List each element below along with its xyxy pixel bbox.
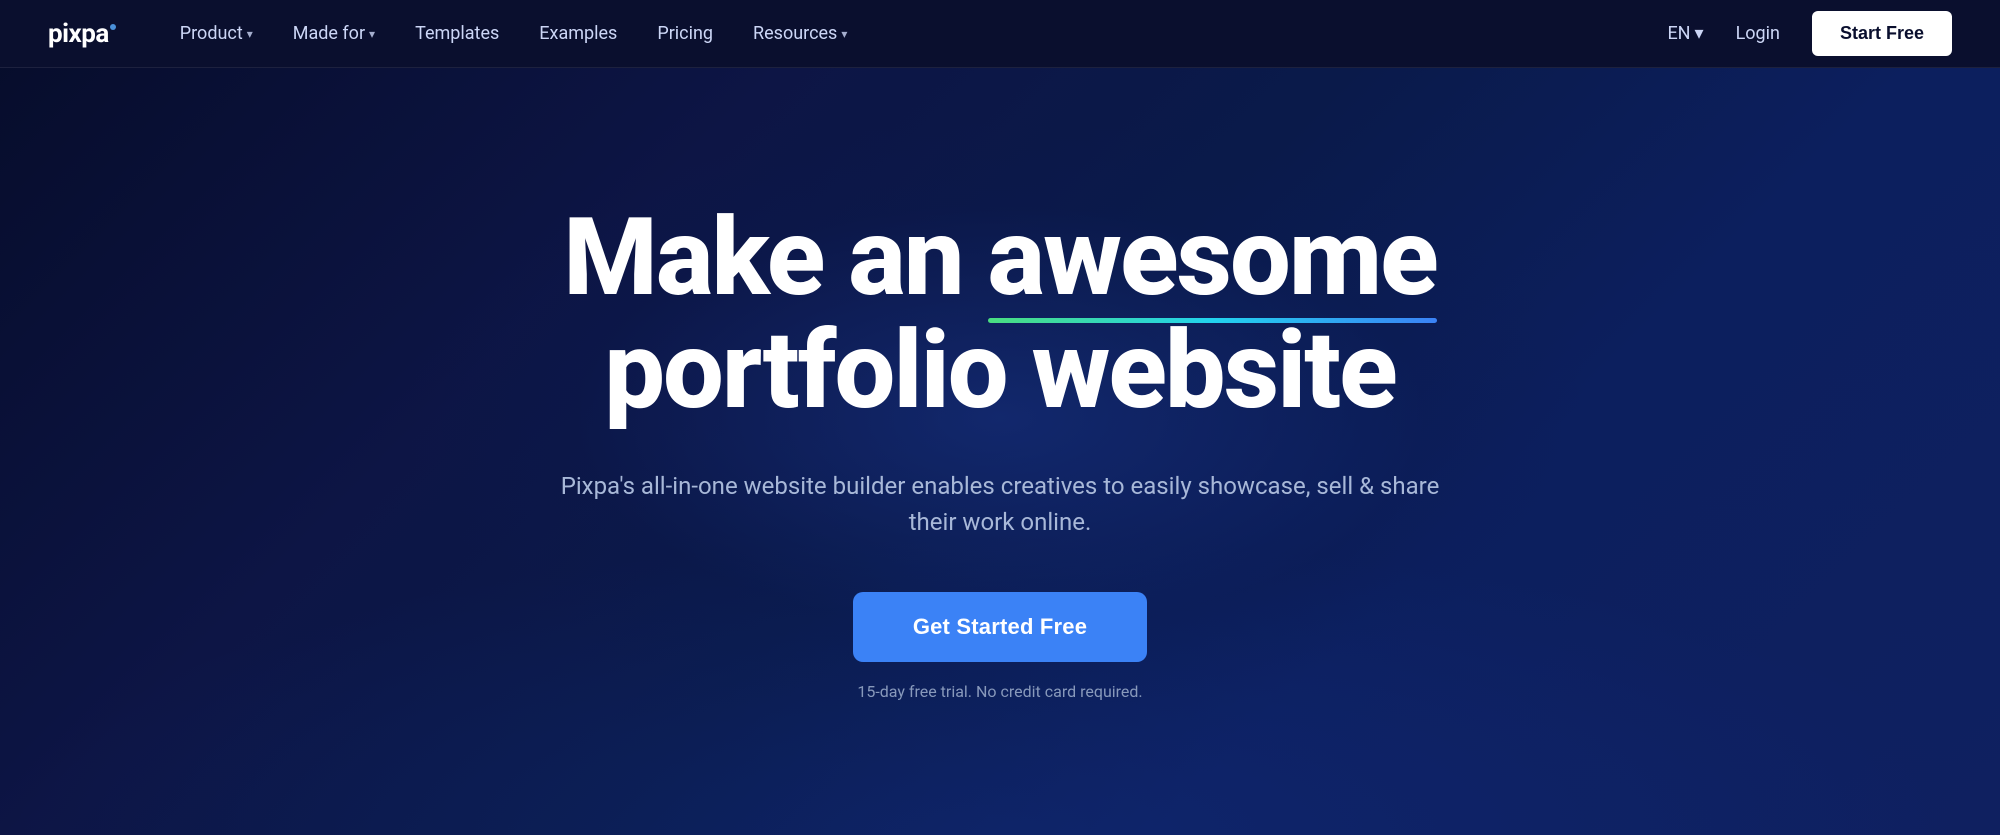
nav-item-made-for[interactable]: Made for ▾ — [277, 15, 391, 52]
get-started-button[interactable]: Get Started Free — [853, 592, 1147, 662]
nav-item-resources[interactable]: Resources ▾ — [737, 15, 863, 52]
nav-links: Product ▾ Made for ▾ Templates Examples … — [164, 15, 864, 52]
navbar: pixpa Product ▾ Made for ▾ Templates Exa… — [0, 0, 2000, 68]
chevron-down-icon: ▾ — [369, 27, 375, 41]
nav-item-product[interactable]: Product ▾ — [164, 15, 269, 52]
start-free-button[interactable]: Start Free — [1812, 11, 1952, 56]
login-button[interactable]: Login — [1720, 15, 1796, 52]
chevron-down-icon: ▾ — [841, 27, 847, 41]
nav-item-templates[interactable]: Templates — [399, 15, 515, 52]
nav-item-examples[interactable]: Examples — [523, 15, 633, 52]
hero-cta: Get Started Free 15-day free trial. No c… — [550, 592, 1450, 701]
hero-section: Make an awesome portfolio website Pixpa'… — [0, 0, 2000, 835]
navbar-right: EN ▾ Login Start Free — [1667, 11, 1952, 56]
logo-text: pixpa — [48, 19, 109, 49]
logo-dot — [110, 24, 116, 30]
hero-subtitle: Pixpa's all-in-one website builder enabl… — [550, 468, 1450, 540]
chevron-down-icon: ▾ — [1695, 23, 1704, 44]
nav-item-pricing[interactable]: Pricing — [641, 15, 729, 52]
hero-title-line1: Make an awesome — [550, 202, 1450, 315]
navbar-left: pixpa Product ▾ Made for ▾ Templates Exa… — [48, 15, 863, 52]
language-selector[interactable]: EN ▾ — [1667, 23, 1703, 44]
hero-title-line2: portfolio website — [550, 315, 1450, 428]
logo[interactable]: pixpa — [48, 19, 116, 49]
chevron-down-icon: ▾ — [247, 27, 253, 41]
hero-title: Make an awesome portfolio website — [550, 202, 1450, 429]
trial-note: 15-day free trial. No credit card requir… — [857, 682, 1142, 701]
hero-content: Make an awesome portfolio website Pixpa'… — [510, 202, 1490, 702]
